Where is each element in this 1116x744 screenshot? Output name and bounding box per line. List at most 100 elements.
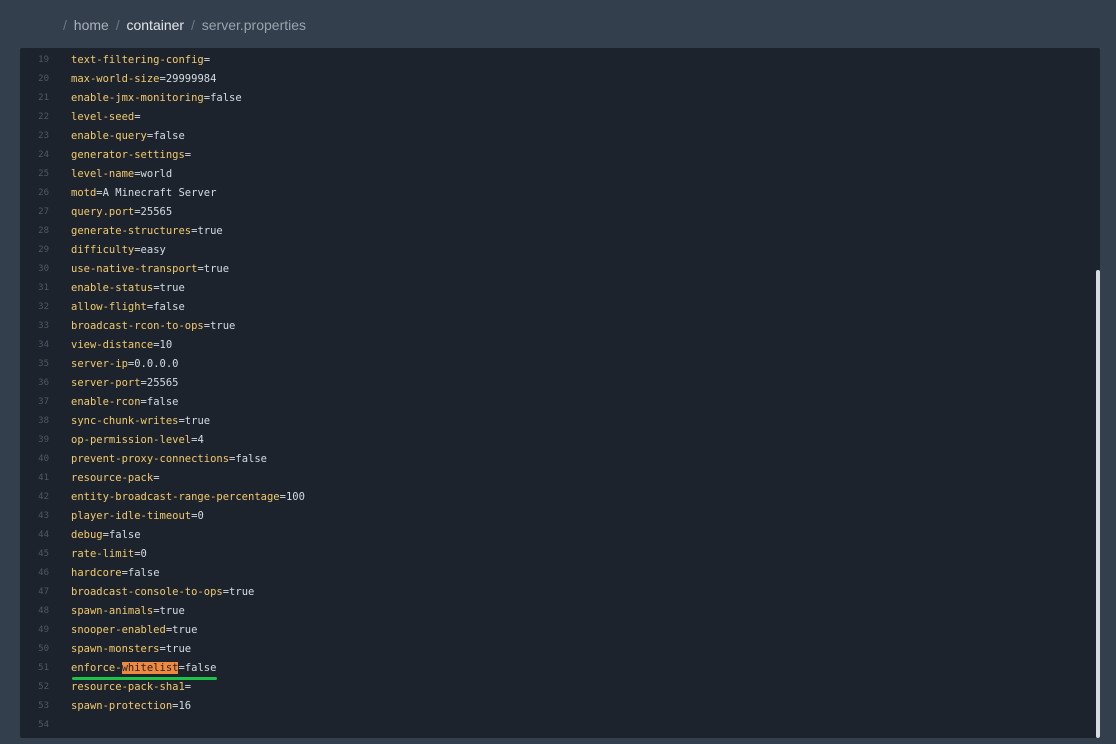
search-highlight: whitelist: [121, 662, 179, 674]
code-text: level-seed=: [71, 108, 141, 127]
code-text: generate-structures=true: [71, 222, 223, 241]
property-key: allow-flight: [71, 301, 147, 313]
property-key: server-ip: [71, 358, 128, 370]
property-value: false: [153, 301, 185, 313]
property-value: true: [159, 605, 185, 617]
property-key: spawn-monsters: [71, 643, 160, 655]
equals-sign: =: [203, 54, 211, 66]
equals-sign: =: [134, 111, 141, 123]
property-value: true: [229, 586, 255, 598]
code-text: prevent-proxy-connections=false: [71, 450, 267, 469]
code-text: spawn-animals=true: [71, 602, 185, 621]
code-text: resource-pack=: [71, 469, 160, 488]
property-value: true: [159, 282, 185, 294]
property-value: 10: [159, 339, 173, 351]
property-value: false: [184, 662, 217, 674]
line-number: 34: [38, 340, 49, 350]
line-number: 48: [38, 606, 49, 616]
line-number: 35: [38, 359, 49, 369]
property-value: true: [210, 320, 236, 332]
line-number: 52: [38, 682, 49, 692]
property-key: spawn-protection: [71, 700, 173, 712]
line-number: 38: [38, 416, 49, 426]
code-text: hardcore=false: [71, 564, 160, 583]
code-text: snooper-enabled=true: [71, 621, 197, 640]
code-text: resource-pack-sha1=: [71, 678, 191, 697]
property-key: prevent-proxy-connections: [71, 453, 230, 465]
line-number: 44: [38, 530, 49, 540]
line-number: 49: [38, 625, 49, 635]
property-value: false: [153, 130, 185, 142]
breadcrumb: / home / container / server.properties: [63, 15, 309, 35]
property-value: 29999984: [165, 73, 217, 85]
line-number: 24: [38, 150, 49, 160]
code-text: max-world-size=29999984: [71, 70, 216, 89]
equals-sign: =: [184, 681, 192, 693]
property-value: 0: [197, 510, 204, 522]
code-text: level-name=world: [71, 165, 172, 184]
property-value: true: [197, 225, 223, 237]
line-number: 20: [38, 74, 49, 84]
property-value: false: [210, 92, 242, 104]
breadcrumb-item-home[interactable]: home: [74, 17, 109, 33]
property-key: motd: [71, 187, 97, 199]
code-text: sync-chunk-writes=true: [71, 412, 210, 431]
line-number: 23: [38, 131, 49, 141]
property-value: world: [140, 168, 173, 180]
property-key: enable-jmx-monitoring: [71, 92, 204, 104]
property-value: easy: [140, 244, 166, 256]
line-number: 43: [38, 511, 49, 521]
property-value: 25565: [146, 377, 179, 389]
property-key: query.port: [71, 206, 135, 218]
breadcrumb-separator: /: [115, 17, 120, 33]
property-value: 25565: [140, 206, 173, 218]
line-number: 40: [38, 454, 49, 464]
property-value: A Minecraft Server: [102, 187, 217, 199]
line-number: 36: [38, 378, 49, 388]
property-key: level-seed: [71, 111, 135, 123]
line-number: 32: [38, 302, 49, 312]
line-number: 53: [38, 701, 49, 711]
property-key: hardcore: [71, 567, 122, 579]
code-text: query.port=25565: [71, 203, 172, 222]
property-key: rate-limit: [71, 548, 135, 560]
line-number: 25: [38, 169, 49, 179]
property-key: spawn-animals: [71, 605, 154, 617]
code-text: broadcast-rcon-to-ops=true: [71, 317, 235, 336]
property-key: broadcast-rcon-to-ops: [71, 320, 204, 332]
property-value: 0: [140, 548, 147, 560]
property-value: 16: [178, 700, 192, 712]
property-value: 100: [285, 491, 305, 503]
code-text: generator-settings=: [71, 146, 191, 165]
line-number: 42: [38, 492, 49, 502]
property-value: true: [172, 624, 198, 636]
breadcrumb-item-container[interactable]: container: [126, 17, 184, 33]
line-number: 47: [38, 587, 49, 597]
vertical-scrollbar[interactable]: [1096, 270, 1100, 738]
property-key: generate-structures: [71, 225, 192, 237]
property-key: text-filtering-config: [71, 54, 204, 66]
line-number: 30: [38, 264, 49, 274]
line-number: 41: [38, 473, 49, 483]
code-text: player-idle-timeout=0: [71, 507, 204, 526]
line-number: 33: [38, 321, 49, 331]
breadcrumb-item-file: server.properties: [201, 17, 307, 33]
property-key: server-port: [71, 377, 141, 389]
code-text: debug=false: [71, 526, 141, 545]
property-value: true: [184, 415, 211, 427]
line-number: 31: [38, 283, 49, 293]
line-number: 22: [38, 112, 49, 122]
code-text: difficulty=easy: [71, 241, 166, 260]
property-key: generator-settings: [71, 149, 185, 161]
line-number: 51: [38, 663, 49, 673]
code-text: allow-flight=false: [71, 298, 185, 317]
code-editor[interactable]: 19 text-filtering-config= 20 max-world-size…: [20, 48, 1100, 738]
property-key: resource-pack: [71, 472, 154, 484]
line-number: 54: [38, 720, 49, 730]
property-key: sync-chunk-writes: [71, 415, 179, 427]
code-text: view-distance=10: [71, 336, 172, 355]
property-key: snooper-enabled: [71, 624, 166, 636]
code-text: server-ip=0.0.0.0: [71, 355, 179, 374]
code-text: rate-limit=0: [71, 545, 147, 564]
code-text: enable-rcon=false: [71, 393, 178, 412]
